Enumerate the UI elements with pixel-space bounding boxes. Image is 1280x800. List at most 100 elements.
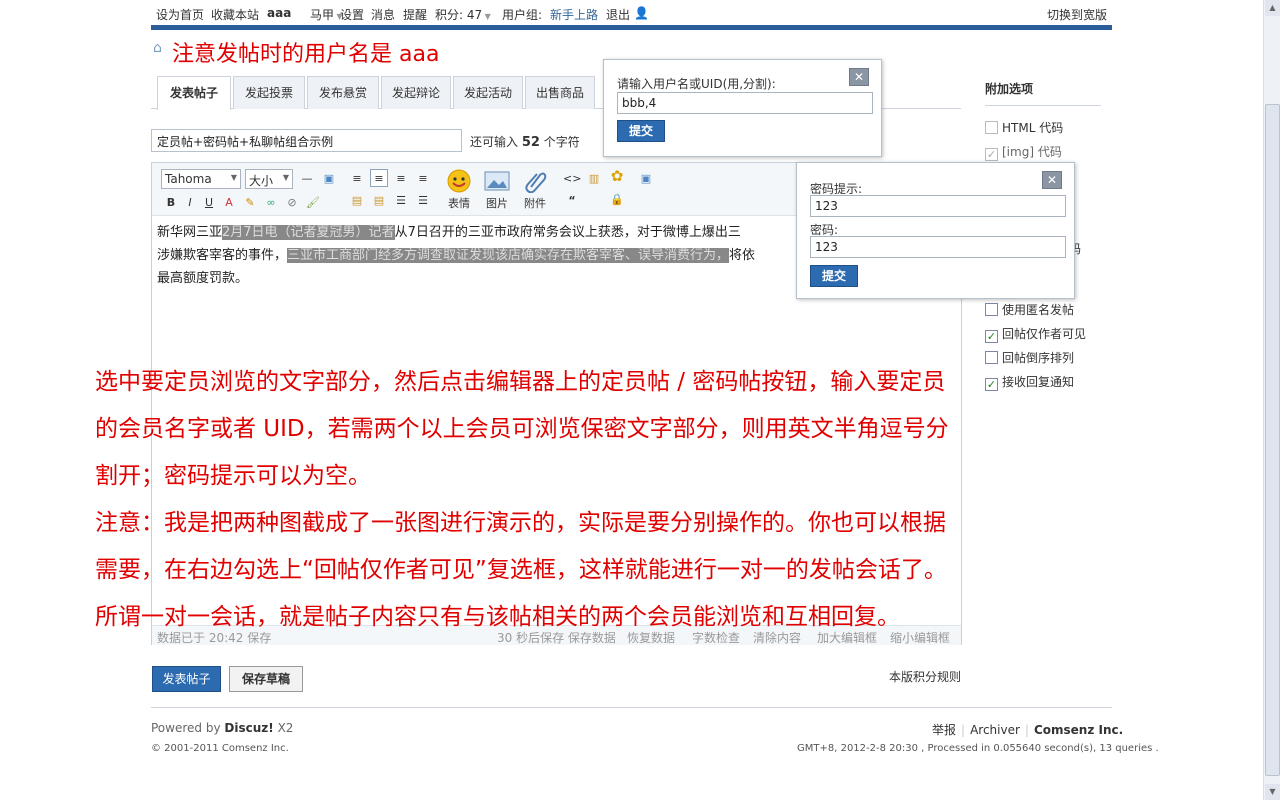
- bookmark-link[interactable]: 收藏本站: [211, 6, 259, 23]
- password-lock-icon[interactable]: 🔒: [608, 191, 626, 209]
- restore-data-link[interactable]: 恢复数据: [627, 629, 675, 646]
- attachment-button[interactable]: 附件: [520, 169, 550, 211]
- tab-post[interactable]: 发表帖子: [157, 76, 231, 110]
- enlarge-editor-link[interactable]: 加大编辑框: [817, 629, 877, 646]
- username-link[interactable]: aaa: [267, 6, 291, 20]
- italic-icon[interactable]: I: [181, 194, 199, 212]
- attachment-label: 附件: [524, 197, 546, 210]
- font-size-value: 大小: [249, 174, 274, 188]
- password-hint-input[interactable]: 123: [810, 195, 1066, 217]
- checkbox-reverse-order[interactable]: [985, 351, 998, 364]
- checkbox-author-only[interactable]: ✓: [985, 330, 998, 343]
- code-icon[interactable]: <>: [563, 170, 581, 188]
- option-img[interactable]: ✓ [img] 代码: [985, 143, 1062, 161]
- save-draft-button[interactable]: 保存草稿: [229, 666, 303, 692]
- close-icon[interactable]: ✕: [1042, 171, 1062, 189]
- top-nav-bar: 设为首页 收藏本站 aaa 马甲 ▼ 设置 消息 提醒 积分: 47 ▼ 用户组…: [151, 0, 1112, 25]
- bold-icon[interactable]: B: [162, 194, 180, 212]
- subject-hint-prefix: 还可输入: [470, 135, 519, 149]
- font-size-select[interactable]: 大小 ▼: [245, 169, 293, 189]
- majia-menu[interactable]: 马甲 ▼: [310, 6, 343, 23]
- uid-input[interactable]: bbb,4: [617, 92, 873, 114]
- hide-content-icon[interactable]: ▥: [585, 170, 603, 188]
- highlight-icon[interactable]: ✎: [241, 194, 259, 212]
- reminders-link[interactable]: 提醒: [403, 6, 427, 23]
- divider: [985, 105, 1101, 106]
- scrollbar-thumb[interactable]: [1265, 104, 1280, 776]
- messages-link[interactable]: 消息: [371, 6, 395, 23]
- horizontal-rule-icon[interactable]: —: [298, 170, 316, 188]
- align-right-icon[interactable]: ≡: [392, 170, 410, 188]
- option-label: 使用匿名发帖: [1002, 303, 1075, 317]
- font-family-select[interactable]: Tahoma ▼: [161, 169, 241, 189]
- float-right-icon[interactable]: ▤: [370, 192, 388, 210]
- option-html[interactable]: HTML 代码: [985, 119, 1063, 136]
- subject-hint-count: 52: [521, 135, 540, 150]
- option-notify[interactable]: ✓ 接收回复通知: [985, 373, 1074, 391]
- chevron-down-icon: ▼: [482, 12, 491, 21]
- tab-debate[interactable]: 发起辩论: [381, 76, 451, 109]
- unordered-list-icon[interactable]: ☰: [414, 192, 432, 210]
- post-submit-button[interactable]: 发表帖子: [152, 666, 221, 692]
- user-icon: 👤: [634, 6, 649, 20]
- source-mode-icon[interactable]: ▣: [637, 170, 655, 188]
- restricted-users-icon[interactable]: ✿: [608, 167, 626, 185]
- subject-input[interactable]: 定员帖+密码帖+私聊帖组合示例: [151, 129, 462, 152]
- archiver-link[interactable]: Archiver: [970, 723, 1020, 737]
- tab-reward[interactable]: 发布悬赏: [307, 76, 379, 109]
- text-color-icon[interactable]: A: [220, 194, 238, 212]
- word-count-link[interactable]: 字数检查: [692, 629, 740, 646]
- underline-icon[interactable]: U: [200, 194, 218, 212]
- home-icon: ⌂: [153, 40, 162, 56]
- annotation-line-4: 注意：我是把两种图截成了一张图进行演示的，实际是要分别操作的。你也可以根据: [95, 510, 946, 536]
- clear-content-link[interactable]: 清除内容: [753, 629, 801, 646]
- emoticon-button[interactable]: 表情: [444, 169, 474, 211]
- powered-brand-link[interactable]: Discuz!: [224, 721, 273, 735]
- points-menu[interactable]: 积分: 47 ▼: [435, 6, 491, 23]
- align-center-icon[interactable]: ≡: [370, 169, 388, 187]
- annotation-line-3: 割开；密码提示可以为空。: [95, 463, 371, 489]
- image-button[interactable]: 图片: [482, 169, 512, 211]
- scroll-up-icon[interactable]: ▲: [1265, 0, 1280, 16]
- checkbox-anonymous[interactable]: [985, 303, 998, 316]
- password-popup: 密码提示: ✕ 123 密码: 123 提交: [796, 162, 1075, 299]
- align-left-icon[interactable]: ≡: [348, 170, 366, 188]
- scroll-down-icon[interactable]: ▼: [1265, 784, 1280, 800]
- link-icon[interactable]: ∞: [262, 194, 280, 212]
- usergroup-link[interactable]: 新手上路: [550, 6, 598, 23]
- content-text: 将依: [729, 248, 756, 263]
- logout-link[interactable]: 退出: [606, 6, 630, 23]
- switch-wide-link[interactable]: 切换到宽版: [1047, 6, 1107, 23]
- checkbox-img[interactable]: ✓: [985, 148, 998, 161]
- password-input[interactable]: 123: [810, 236, 1066, 258]
- vertical-scrollbar[interactable]: ▲ ▼: [1263, 0, 1280, 800]
- option-label: HTML 代码: [1002, 121, 1064, 135]
- image-icon: [484, 171, 510, 191]
- set-home-link[interactable]: 设为首页: [156, 6, 204, 23]
- unlink-icon[interactable]: ⊘: [283, 194, 301, 212]
- report-link[interactable]: 举报: [932, 723, 956, 737]
- save-data-link[interactable]: 30 秒后保存 保存数据: [497, 629, 616, 646]
- password-submit-button[interactable]: 提交: [810, 265, 858, 287]
- table-icon[interactable]: ▣: [320, 170, 338, 188]
- option-author-only[interactable]: ✓ 回帖仅作者可见: [985, 325, 1086, 343]
- quote-icon[interactable]: “: [563, 192, 581, 210]
- uid-submit-button[interactable]: 提交: [617, 120, 665, 142]
- format-brush-icon[interactable]: 🖌: [304, 194, 322, 212]
- align-justify-icon[interactable]: ≡: [414, 170, 432, 188]
- option-anonymous[interactable]: 使用匿名发帖: [985, 301, 1074, 318]
- checkbox-html[interactable]: [985, 121, 998, 134]
- tab-trade[interactable]: 出售商品: [525, 76, 595, 109]
- tab-poll[interactable]: 发起投票: [233, 76, 305, 109]
- annotation-line-5: 需要，在右边勾选上“回帖仅作者可见”复选框，这样就能进行一对一的发帖会话了。: [95, 557, 947, 583]
- company-link[interactable]: Comsenz Inc.: [1034, 723, 1123, 737]
- settings-link[interactable]: 设置: [340, 6, 364, 23]
- option-reverse-order[interactable]: 回帖倒序排列: [985, 349, 1074, 366]
- close-icon[interactable]: ✕: [849, 68, 869, 86]
- tab-activity[interactable]: 发起活动: [453, 76, 523, 109]
- shrink-editor-link[interactable]: 缩小编辑框: [890, 629, 950, 646]
- points-rules-link[interactable]: 本版积分规则: [889, 668, 961, 685]
- ordered-list-icon[interactable]: ☰: [392, 192, 410, 210]
- float-left-icon[interactable]: ▤: [348, 192, 366, 210]
- checkbox-notify[interactable]: ✓: [985, 378, 998, 391]
